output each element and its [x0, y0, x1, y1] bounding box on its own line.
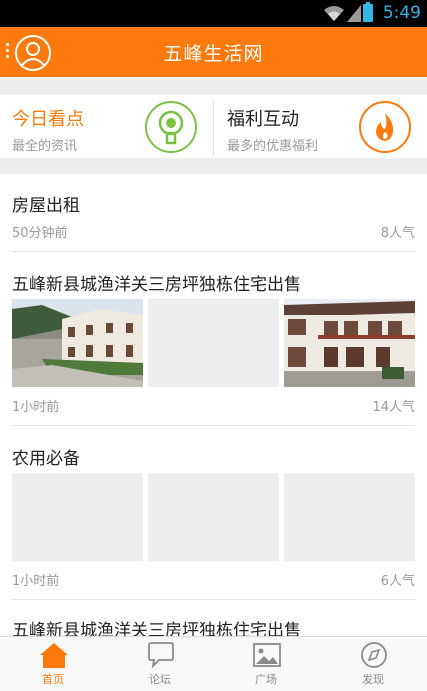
post-time: 50分钟前 [12, 226, 68, 241]
post-time: 1小时前 [12, 574, 60, 589]
divider [12, 599, 415, 600]
home-icon [40, 643, 68, 668]
divider [0, 158, 427, 174]
feature-title: 福利互动 [227, 109, 299, 130]
app-header: 五峰生活网 [0, 27, 427, 77]
feature-title: 今日看点 [12, 109, 84, 130]
post-title: 房屋出租 [12, 196, 80, 216]
medal-icon [145, 101, 197, 153]
chat-bubble-icon [148, 642, 174, 669]
feature-subtitle: 最多的优惠福利 [227, 139, 319, 154]
tab-label: 广场 [255, 673, 277, 686]
post-image-placeholder[interactable] [284, 473, 415, 561]
wifi-icon [324, 6, 344, 21]
flame-icon [359, 101, 411, 153]
post-title: 五峰新县城渔洋关三房坪独栋住宅出售 [12, 621, 301, 636]
post-images [12, 299, 415, 387]
tab-label: 首页 [42, 673, 64, 686]
bottom-tab-bar: 首页 论坛 广场 发现 [0, 636, 427, 691]
feature-cards: 今日看点 最全的资讯 福利互动 最多的优惠福利 [0, 95, 427, 158]
compass-icon [361, 642, 387, 668]
feature-welfare-interaction[interactable]: 福利互动 最多的优惠福利 [214, 95, 427, 158]
status-time: 5:49 [382, 3, 421, 23]
tab-discover[interactable]: 发现 [320, 637, 426, 691]
battery-icon [363, 2, 373, 22]
divider [0, 77, 427, 95]
post-time: 1小时前 [12, 400, 60, 415]
page-title: 五峰生活网 [163, 43, 264, 65]
tab-plaza[interactable]: 广场 [213, 637, 319, 691]
post-image-house[interactable] [12, 299, 143, 387]
tab-home[interactable]: 首页 [0, 637, 106, 691]
feature-today-highlights[interactable]: 今日看点 最全的资讯 [0, 95, 213, 158]
post-feed[interactable]: 房屋出租 50分钟前 8人气 五峰新县城渔洋关三房坪独栋住宅出售 1小时前 14… [0, 174, 427, 636]
post-views: 6人气 [380, 574, 415, 589]
post-views: 14人气 [372, 400, 415, 415]
post-title: 五峰新县城渔洋关三房坪独栋住宅出售 [12, 275, 301, 295]
post-image-placeholder[interactable] [148, 299, 279, 387]
divider [12, 425, 415, 426]
post-title: 农用必备 [12, 449, 80, 469]
divider [12, 251, 415, 252]
tab-label: 论坛 [149, 673, 171, 686]
post-image-placeholder[interactable] [148, 473, 279, 561]
feature-subtitle: 最全的资讯 [12, 139, 78, 154]
post-images [12, 473, 415, 561]
post-image-placeholder[interactable] [12, 473, 143, 561]
post-views: 8人气 [380, 226, 415, 241]
picture-icon [253, 643, 281, 667]
tab-label: 发现 [362, 673, 384, 686]
signal-icon [347, 5, 361, 22]
tab-forum[interactable]: 论坛 [107, 637, 213, 691]
post-image-house[interactable] [284, 299, 415, 387]
status-bar: 5:49 [0, 0, 427, 27]
